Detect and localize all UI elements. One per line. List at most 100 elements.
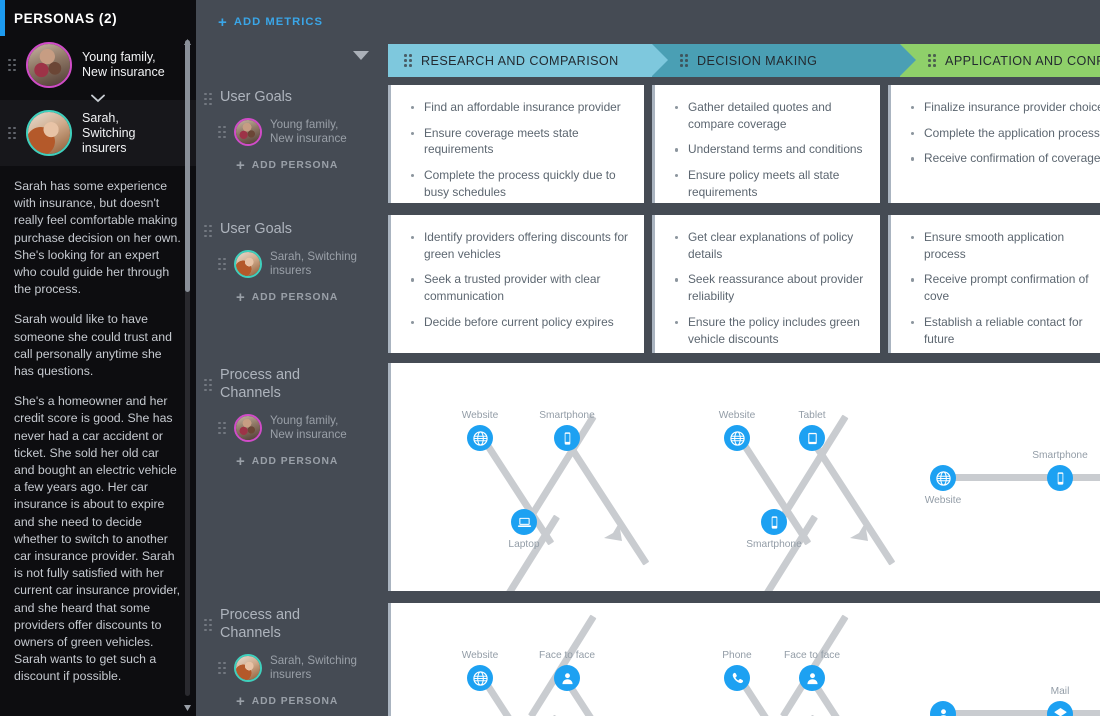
channel-node[interactable]: Face to face xyxy=(539,650,595,691)
channel-node[interactable] xyxy=(930,701,956,716)
channel-node-label: Face to face xyxy=(783,650,841,661)
goal-item: Understand terms and conditions xyxy=(673,141,866,158)
drag-handle-icon[interactable] xyxy=(204,92,212,106)
add-metrics-label: ADD METRICS xyxy=(233,16,324,28)
drag-handle-icon[interactable] xyxy=(218,661,226,675)
goal-card[interactable]: Get clear explanations of policy details… xyxy=(652,215,880,353)
scroll-up-arrow-icon[interactable] xyxy=(184,32,191,45)
channel-node-label: Website xyxy=(924,495,962,506)
channel-node[interactable]: Phone xyxy=(722,650,752,691)
channel-node[interactable]: Website xyxy=(462,650,498,691)
drag-handle-icon[interactable] xyxy=(8,58,16,72)
avatar xyxy=(26,110,72,156)
stage-tab-application-and-confirmation[interactable]: APPLICATION AND CONFIRMA xyxy=(900,44,1100,77)
channel-node-label: Mail xyxy=(1050,686,1070,697)
metric-group-header[interactable]: Process and Channels xyxy=(196,606,388,642)
goal-row-2: Identify providers offering discounts fo… xyxy=(388,215,1100,353)
persona-description-paragraph: She's a homeowner and her credit score i… xyxy=(14,394,181,684)
drag-handle-icon[interactable] xyxy=(928,54,936,68)
channel-node-label: Phone xyxy=(722,650,752,661)
scroll-down-arrow-icon[interactable] xyxy=(184,698,191,711)
channel-node[interactable]: Smartphone xyxy=(746,509,802,550)
stage-tab-label: DECISION MAKING xyxy=(697,53,818,68)
sidebar-scrollbar[interactable] xyxy=(184,39,191,711)
goal-item: Complete the process quickly due to busy… xyxy=(409,167,630,200)
add-persona-button[interactable]: + ADD PERSONA xyxy=(196,290,388,305)
drag-handle-icon[interactable] xyxy=(204,378,212,392)
filter-dropdown-icon[interactable] xyxy=(353,51,369,60)
goal-card[interactable]: Gather detailed quotes and compare cover… xyxy=(652,85,880,203)
stage-tab-research-and-comparison[interactable]: RESEARCH AND COMPARISON xyxy=(388,44,668,77)
goal-list: Find an affordable insurance provider En… xyxy=(409,99,630,201)
drag-handle-icon[interactable] xyxy=(218,421,226,435)
goal-card[interactable]: Finalize insurance provider choice Compl… xyxy=(888,85,1100,203)
add-metrics-button[interactable]: + ADD METRICS xyxy=(196,0,388,30)
persona-name: Sarah, Switching insurers xyxy=(82,110,136,155)
persona-list-item-young-family[interactable]: Young family, New insurance xyxy=(0,32,196,102)
goal-item: Receive prompt confirmation of cove xyxy=(909,271,1100,304)
add-persona-button[interactable]: + ADD PERSONA xyxy=(196,453,388,470)
goal-list: Identify providers offering discounts fo… xyxy=(409,229,630,331)
channel-node[interactable]: Website xyxy=(462,410,498,451)
goal-card[interactable]: Identify providers offering discounts fo… xyxy=(388,215,644,353)
drag-handle-icon[interactable] xyxy=(8,126,16,140)
goal-card[interactable]: Find an affordable insurance provider En… xyxy=(388,85,644,203)
channel-node-label: Face to face xyxy=(538,650,596,661)
metric-group-title: User Goals xyxy=(220,89,292,105)
metric-group-header[interactable]: User Goals xyxy=(196,220,388,238)
goal-item: Get clear explanations of policy details xyxy=(673,229,866,262)
channel-node[interactable]: Mail xyxy=(1047,686,1073,716)
channel-node[interactable]: Smartphone xyxy=(1032,450,1088,491)
goal-card[interactable]: Ensure smooth application process Receiv… xyxy=(888,215,1100,353)
drag-handle-icon[interactable] xyxy=(218,257,226,271)
goal-item: Gather detailed quotes and compare cover… xyxy=(673,99,866,132)
drag-handle-icon[interactable] xyxy=(680,54,688,68)
metric-persona-row[interactable]: Sarah, Switching insurers xyxy=(196,654,388,682)
metric-group-header[interactable]: User Goals xyxy=(196,88,388,106)
persona-description-paragraph: Sarah would like to have someone she cou… xyxy=(14,312,172,379)
plus-icon: + xyxy=(236,453,246,470)
metric-group-user-goals-1: User Goals Young family, New insurance +… xyxy=(196,88,388,173)
drag-handle-icon[interactable] xyxy=(218,125,226,139)
metric-persona-row[interactable]: Sarah, Switching insurers xyxy=(196,250,388,278)
channel-node[interactable]: Laptop xyxy=(508,509,540,550)
sidebar-scrollbar-thumb[interactable] xyxy=(185,40,190,292)
drag-handle-icon[interactable] xyxy=(204,224,212,238)
channel-node-label: Tablet xyxy=(798,410,826,421)
metric-persona-name: Sarah, Switching insurers xyxy=(270,250,357,277)
metric-persona-row[interactable]: Young family, New insurance xyxy=(196,414,388,442)
stage-tab-decision-making[interactable]: DECISION MAKING xyxy=(652,44,916,77)
avatar xyxy=(234,118,262,146)
channel-node[interactable]: Website xyxy=(719,410,755,451)
metric-group-title: User Goals xyxy=(220,221,292,237)
channel-node[interactable]: Face to face xyxy=(784,650,840,691)
channel-node[interactable]: Website xyxy=(925,465,961,506)
channel-node-label: Smartphone xyxy=(1032,450,1088,461)
drag-handle-icon[interactable] xyxy=(404,54,412,68)
avatar xyxy=(234,250,262,278)
channel-node-label: Website xyxy=(718,410,756,421)
channel-node[interactable]: Smartphone xyxy=(539,410,595,451)
goal-item: Identify providers offering discounts fo… xyxy=(409,229,630,262)
mail-icon xyxy=(1047,701,1073,716)
add-persona-label: ADD PERSONA xyxy=(251,160,339,171)
add-persona-button[interactable]: + ADD PERSONA xyxy=(196,158,388,173)
globe-icon xyxy=(724,425,750,451)
plus-icon: + xyxy=(236,693,246,710)
stage-header-row: RESEARCH AND COMPARISON DECISION MAKING … xyxy=(388,44,1100,77)
goal-item: Ensure policy meets all state requiremen… xyxy=(673,167,866,200)
channel-card-row-2[interactable]: Website Face to face Phone Face to face xyxy=(388,603,1100,716)
channel-card-row-1[interactable]: Website Smartphone Laptop Website Tablet… xyxy=(388,363,1100,591)
metric-group-user-goals-2: User Goals Sarah, Switching insurers + A… xyxy=(196,220,388,305)
drag-handle-icon[interactable] xyxy=(204,618,212,632)
collapse-chevron-icon[interactable] xyxy=(85,88,111,108)
add-persona-label: ADD PERSONA xyxy=(251,456,339,467)
persona-list-item-sarah[interactable]: Sarah, Switching insurers xyxy=(0,100,196,166)
channel-node[interactable]: Tablet xyxy=(798,410,826,451)
smartphone-icon xyxy=(761,509,787,535)
metric-group-header[interactable]: Process and Channels xyxy=(196,366,388,402)
add-persona-button[interactable]: + ADD PERSONA xyxy=(196,693,388,710)
laptop-icon xyxy=(511,509,537,535)
metric-persona-row[interactable]: Young family, New insurance xyxy=(196,118,388,146)
globe-icon xyxy=(467,425,493,451)
